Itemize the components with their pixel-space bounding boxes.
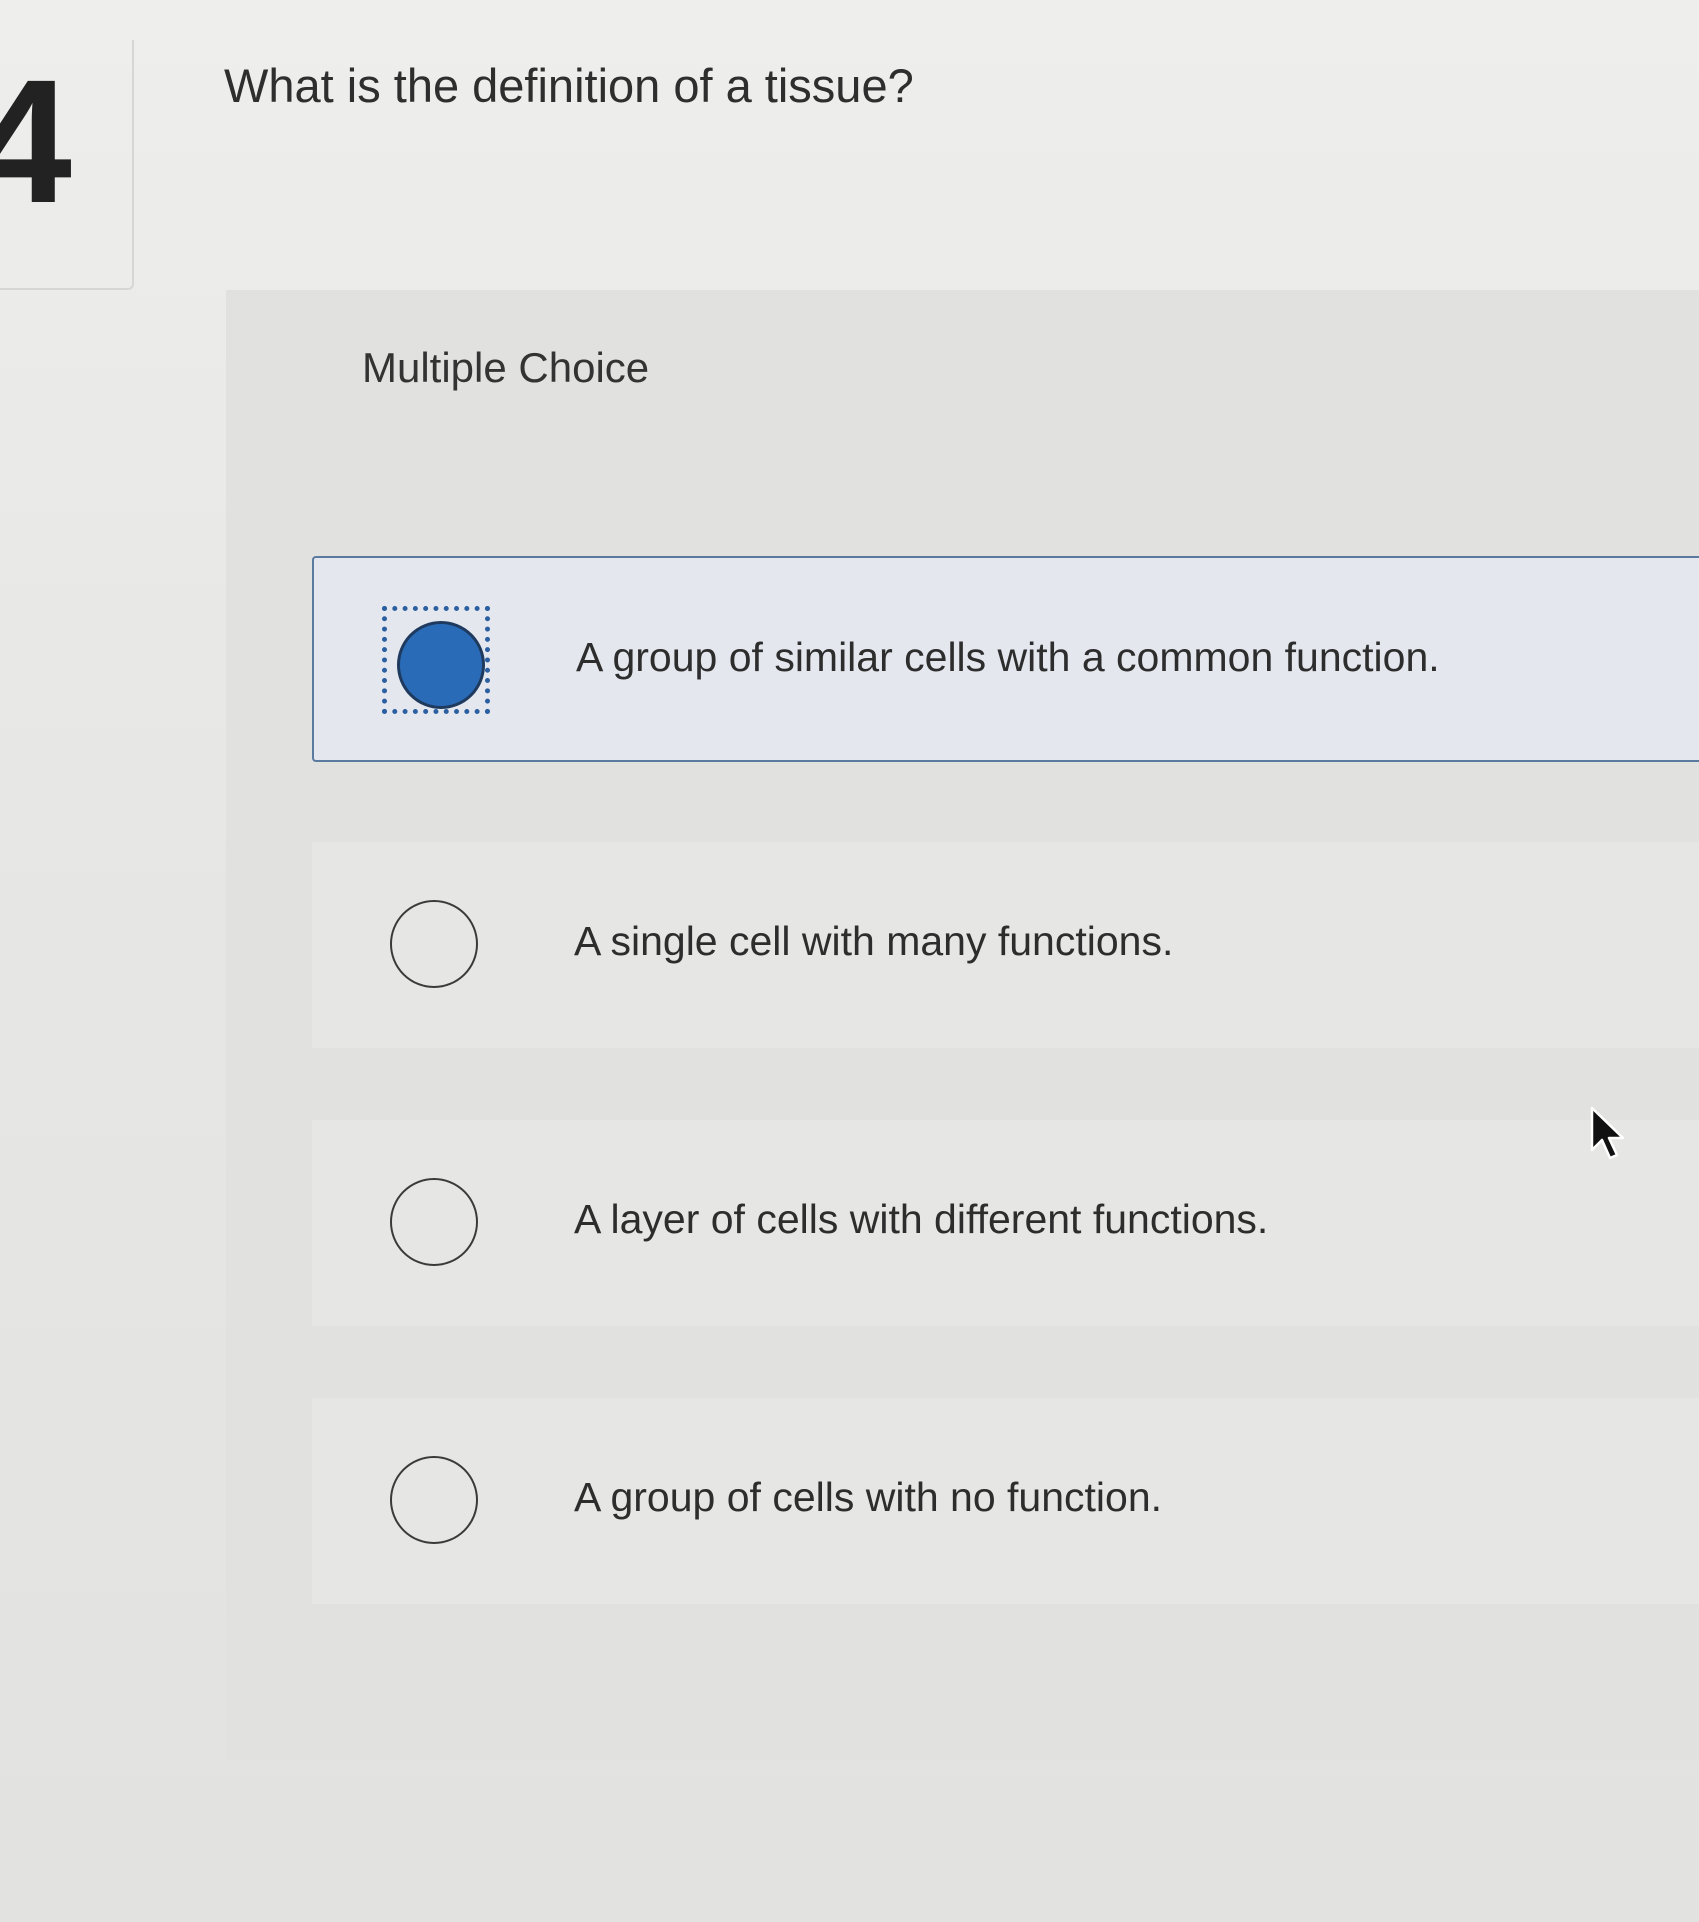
question-number: 4 [0,54,72,230]
choice-label: A group of similar cells with a common f… [576,634,1440,680]
mouse-pointer-icon [1590,1106,1625,1160]
panel-heading: Multiple Choice [362,344,650,391]
choice-option-3[interactable]: A layer of cells with different function… [312,1120,1699,1326]
choice-option-1[interactable]: A group of similar cells with a common f… [312,556,1699,762]
radio-focus-outline [382,606,490,714]
radio-empty-icon[interactable] [390,1456,478,1544]
radio-empty-icon[interactable] [390,900,478,988]
choice-label: A layer of cells with different function… [574,1196,1269,1242]
question-text: What is the definition of a tissue? [224,59,914,112]
radio-selected-icon[interactable] [397,621,485,709]
radio-empty-icon[interactable] [390,1178,478,1266]
choice-label: A single cell with many functions. [574,918,1174,964]
question-number-box: 4 [0,40,134,290]
choice-option-4[interactable]: A group of cells with no function. [312,1398,1699,1604]
choice-label: A group of cells with no function. [574,1474,1163,1520]
choice-option-2[interactable]: A single cell with many functions. [312,842,1699,1048]
